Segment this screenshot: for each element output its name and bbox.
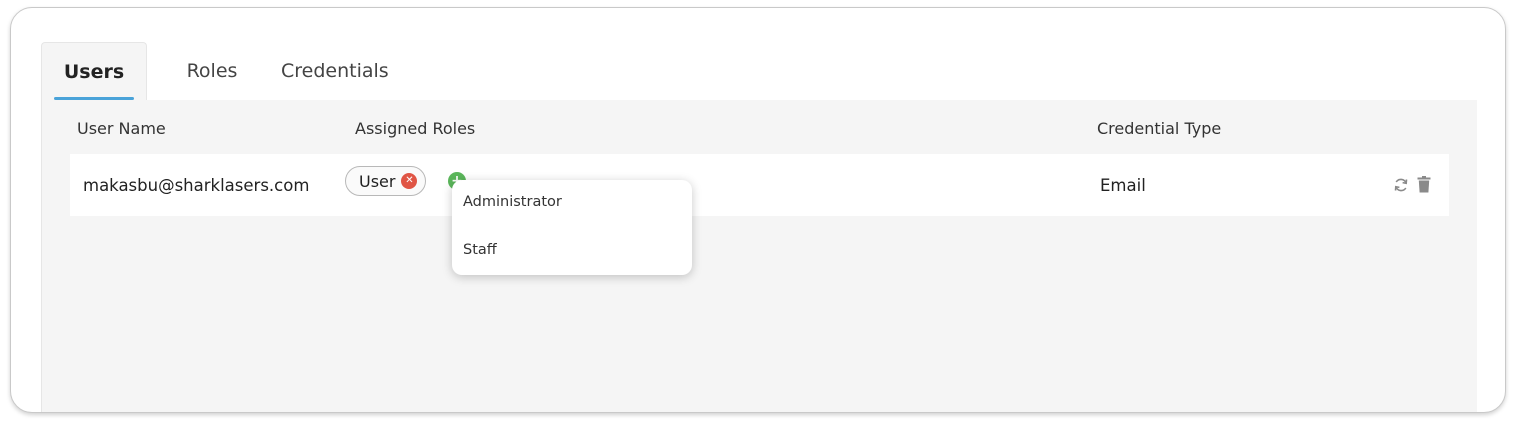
user-management-card: Users Roles Credentials User Name Assign… [10,7,1506,413]
column-header-credential-type: Credential Type [1097,119,1222,138]
users-panel: User Name Assigned Roles Credential Type… [41,100,1477,412]
tab-credentials[interactable]: Credentials [277,42,407,100]
credential-type-cell: Email [1100,176,1146,195]
row-actions [1393,176,1431,193]
user-name-cell: makasbu@sharklasers.com [83,176,310,195]
tab-bar: Users Roles Credentials [41,42,407,100]
close-circle-icon[interactable]: ✕ [401,173,418,189]
tab-users[interactable]: Users [41,42,147,100]
column-header-user-name: User Name [77,119,166,138]
table-header: User Name Assigned Roles Credential Type [42,110,1477,146]
role-chip-label: User [359,171,396,191]
refresh-icon[interactable] [1393,177,1409,193]
dropdown-option-administrator[interactable]: Administrator [463,194,562,210]
role-chip-user: User ✕ [345,166,427,196]
table-row: makasbu@sharklasers.com User ✕ + Email [70,154,1449,216]
dropdown-option-staff[interactable]: Staff [463,242,497,258]
column-header-assigned-roles: Assigned Roles [355,119,476,138]
tab-roles[interactable]: Roles [147,42,277,100]
trash-icon[interactable] [1417,176,1431,193]
role-dropdown-menu: Administrator Staff [452,180,692,275]
